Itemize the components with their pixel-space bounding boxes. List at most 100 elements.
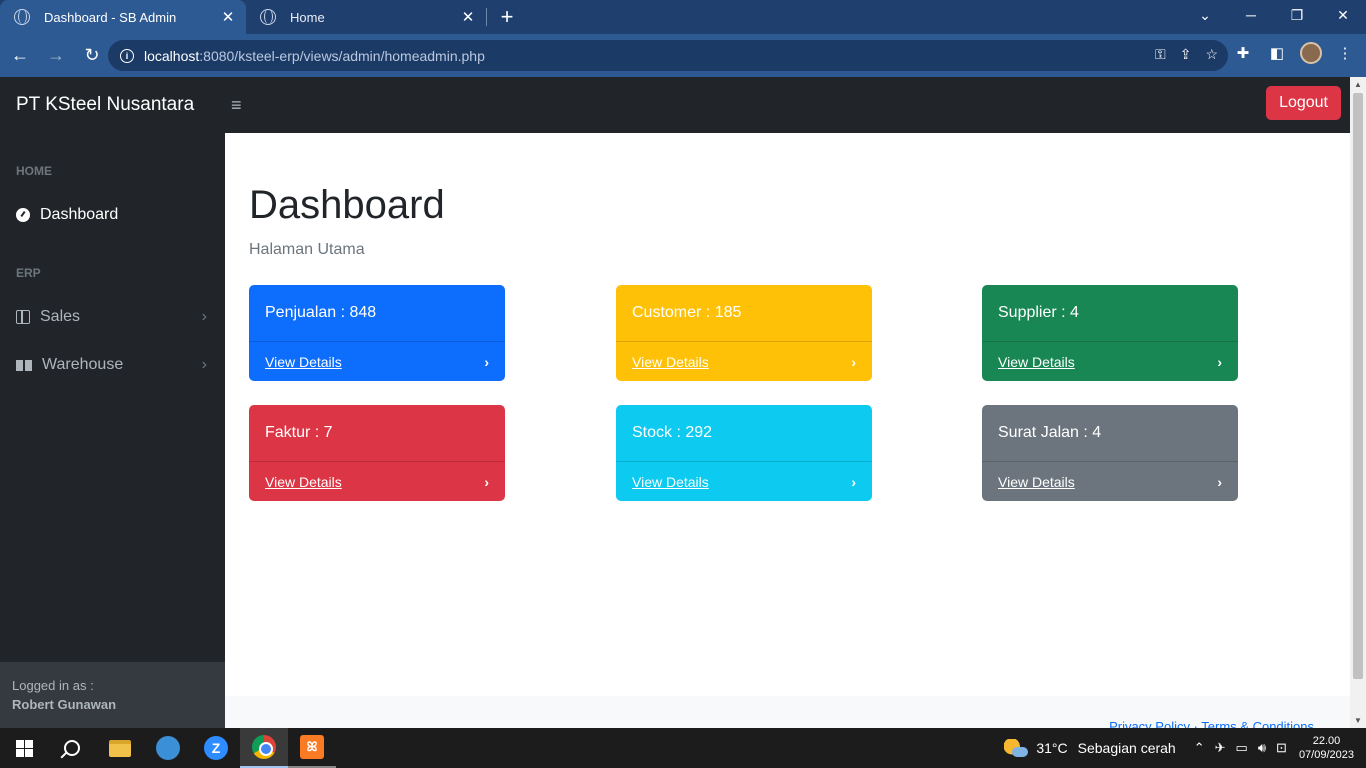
browser-tab-bar: Dashboard - SB Admin ✕ Home ✕ + ⌄ ─ ❐ ✕ <box>0 0 1366 34</box>
sidebar-item-sales[interactable]: Sales › <box>0 293 225 341</box>
view-details-link[interactable]: View Details <box>265 474 342 490</box>
scroll-up-icon[interactable]: ▲ <box>1354 80 1362 89</box>
chevron-right-icon[interactable]: › <box>1217 474 1222 490</box>
view-details-link[interactable]: View Details <box>998 354 1075 370</box>
view-details-link[interactable]: View Details <box>265 354 342 370</box>
book-icon <box>16 359 32 371</box>
card-label: Stock : 292 <box>616 405 872 462</box>
windows-icon <box>15 739 33 757</box>
clock[interactable]: 22.00 07/09/2023 <box>1299 734 1354 762</box>
card-footer: View Details › <box>616 462 872 501</box>
card-surat-jalan: Surat Jalan : 4 View Details › <box>982 405 1238 501</box>
clock-date: 07/09/2023 <box>1298 749 1354 761</box>
browser-tab-dashboard[interactable]: Dashboard - SB Admin ✕ <box>0 0 246 34</box>
chevron-down-icon[interactable]: ⌄ <box>1182 0 1228 30</box>
sidebar-item-warehouse[interactable]: Warehouse › <box>0 341 225 389</box>
chevron-right-icon[interactable]: › <box>1217 354 1222 370</box>
breadcrumb: Halaman Utama <box>249 241 365 258</box>
chevron-up-icon[interactable]: ⌃ <box>1194 740 1205 756</box>
star-icon[interactable]: ☆ <box>1205 46 1218 63</box>
url-path: :8080/ksteel-erp/views/admin/homeadmin.p… <box>199 47 485 64</box>
forward-button[interactable]: → <box>40 40 72 72</box>
weather-text[interactable]: Sebagian cerah <box>1078 740 1176 756</box>
close-window-button[interactable]: ✕ <box>1320 0 1366 30</box>
taskbar-file-explorer[interactable] <box>96 728 144 768</box>
scrollbar[interactable]: ▲ ▼ <box>1350 77 1366 728</box>
chevron-right-icon: › <box>201 356 207 373</box>
close-icon[interactable]: ✕ <box>220 8 236 26</box>
weather-icon[interactable] <box>1004 739 1029 757</box>
card-faktur: Faktur : 7 View Details › <box>249 405 505 501</box>
battery-icon[interactable]: ▭ <box>1236 740 1248 756</box>
globe-icon <box>260 9 276 25</box>
xampp-icon: ꕤ <box>300 735 324 759</box>
toolbar-right: ✚ ◧ ⋮ <box>1232 42 1356 64</box>
gauge-icon <box>16 208 30 222</box>
card-footer: View Details › <box>249 342 505 381</box>
search-icon <box>64 740 80 756</box>
input-indicator-icon[interactable]: ⊡ <box>1276 740 1287 756</box>
chevron-right-icon[interactable]: › <box>484 354 489 370</box>
info-icon[interactable]: i <box>120 48 134 63</box>
browser-app-icon <box>156 736 180 760</box>
taskbar-app-edge[interactable] <box>144 728 192 768</box>
minimize-button[interactable]: ─ <box>1228 0 1274 30</box>
airplane-icon[interactable]: ✈ <box>1215 740 1226 756</box>
share-icon[interactable]: ⇪ <box>1180 46 1192 63</box>
card-label: Supplier : 4 <box>982 285 1238 342</box>
close-icon[interactable]: ✕ <box>460 8 476 26</box>
chevron-right-icon[interactable]: › <box>851 474 856 490</box>
tab-title: Dashboard - SB Admin <box>44 9 177 25</box>
sidebar-heading-home: HOME <box>16 164 52 178</box>
back-button[interactable]: ← <box>4 40 36 72</box>
sidebar-item-label: Warehouse <box>42 356 124 373</box>
omnibox-icons: ⚿ ⇪ ☆ <box>1155 46 1218 63</box>
card-footer: View Details › <box>982 462 1238 501</box>
columns-icon <box>16 310 30 324</box>
logged-in-user: Robert Gunawan <box>12 697 117 712</box>
taskbar-app-zoom[interactable]: Z <box>192 728 240 768</box>
sidebar-footer: Logged in as : Robert Gunawan <box>0 662 225 728</box>
logout-button[interactable]: Logout <box>1266 86 1341 120</box>
globe-icon <box>14 9 30 25</box>
chevron-right-icon[interactable]: › <box>484 474 489 490</box>
card-stock: Stock : 292 View Details › <box>616 405 872 501</box>
volume-icon[interactable]: 🔊︎ <box>1258 740 1266 756</box>
folder-icon <box>109 739 131 757</box>
key-icon[interactable]: ⚿ <box>1155 46 1166 63</box>
browser-tab-home[interactable]: Home ✕ <box>246 0 486 34</box>
side-panel-icon[interactable]: ◧ <box>1266 44 1288 62</box>
extensions-icon[interactable]: ✚ <box>1232 44 1254 62</box>
menu-icon[interactable]: ⋮ <box>1334 44 1356 62</box>
new-tab-button[interactable]: + <box>487 0 527 34</box>
window-controls: ⌄ ─ ❐ ✕ <box>1182 0 1366 34</box>
start-button[interactable] <box>0 728 48 768</box>
taskbar-search-button[interactable] <box>48 728 96 768</box>
card-label: Penjualan : 848 <box>249 285 505 342</box>
scrollbar-thumb[interactable] <box>1353 93 1363 679</box>
weather-temp[interactable]: 31°C <box>1036 740 1067 756</box>
sidebar-item-dashboard[interactable]: Dashboard <box>0 191 225 239</box>
taskbar-app-chrome[interactable] <box>240 728 288 768</box>
profile-avatar[interactable] <box>1300 42 1322 64</box>
logged-in-label: Logged in as : <box>12 678 94 693</box>
card-footer: View Details › <box>982 342 1238 381</box>
reload-button[interactable]: ↻ <box>76 40 108 72</box>
card-penjualan: Penjualan : 848 View Details › <box>249 285 505 381</box>
hamburger-icon[interactable]: ≡ <box>231 95 242 116</box>
card-label: Faktur : 7 <box>249 405 505 462</box>
zoom-icon: Z <box>204 736 228 760</box>
brand-title[interactable]: PT KSteel Nusantara <box>0 94 225 116</box>
sidebar-heading-erp: ERP <box>16 266 41 280</box>
view-details-link[interactable]: View Details <box>998 474 1075 490</box>
card-customer: Customer : 185 View Details › <box>616 285 872 381</box>
chevron-right-icon: › <box>201 308 207 325</box>
taskbar-app-xampp[interactable]: ꕤ <box>288 728 336 768</box>
address-bar[interactable]: i localhost:8080/ksteel-erp/views/admin/… <box>108 40 1228 71</box>
tray-icons: ⌃ ✈ ▭ 🔊︎ ⊡ <box>1194 740 1287 756</box>
view-details-link[interactable]: View Details <box>632 354 709 370</box>
chevron-right-icon[interactable]: › <box>851 354 856 370</box>
scroll-down-icon[interactable]: ▼ <box>1354 716 1362 725</box>
restore-button[interactable]: ❐ <box>1274 0 1320 30</box>
view-details-link[interactable]: View Details <box>632 474 709 490</box>
